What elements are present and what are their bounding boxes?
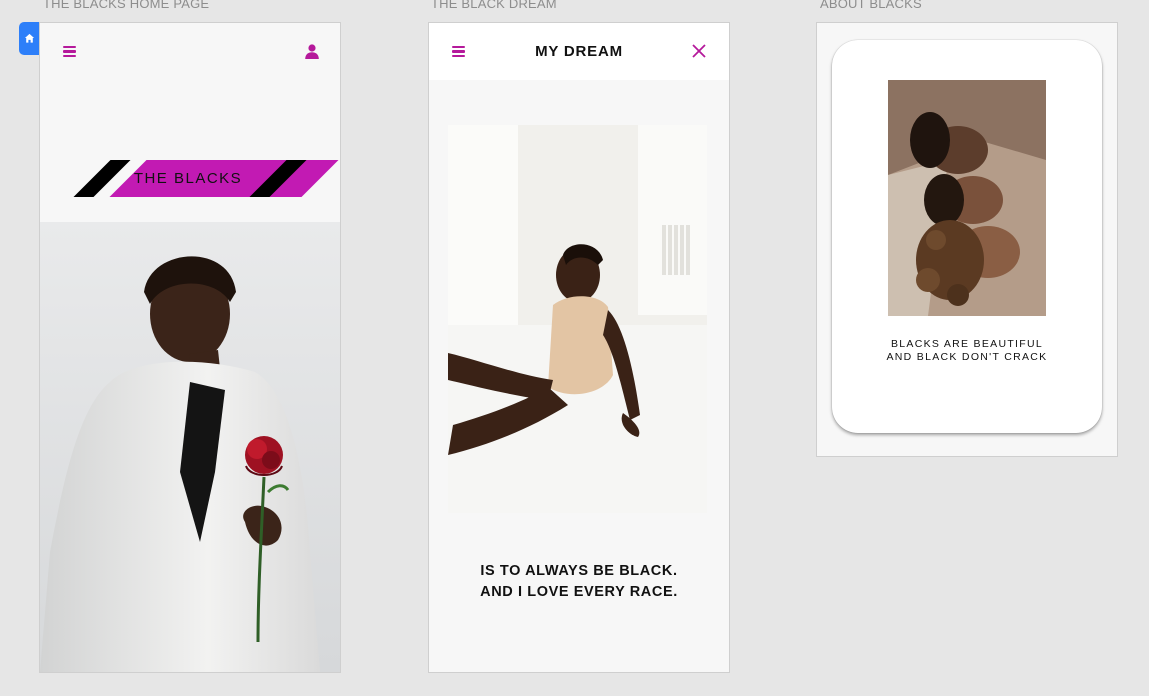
dream-header: MY DREAM xyxy=(429,23,729,80)
dream-quote-line2: AND I LOVE EVERY RACE. xyxy=(480,584,678,600)
about-caption-line1: BLACKS ARE BEAUTIFUL xyxy=(890,338,1044,350)
home-header: THE BLACKS xyxy=(40,23,340,221)
user-icon[interactable] xyxy=(304,43,320,59)
photo-woman-on-floor xyxy=(448,125,707,513)
page-title: MY DREAM xyxy=(535,43,623,60)
hamburger-menu-icon[interactable] xyxy=(63,46,76,57)
dream-quote: IS TO ALWAYS BE BLACK. AND I LOVE EVERY … xyxy=(429,561,729,603)
artboard-about[interactable]: BLACKS ARE BEAUTIFUL AND BLACK DON'T CRA… xyxy=(817,23,1117,456)
home-artboard-tab[interactable] xyxy=(19,22,39,55)
artboard-label-home[interactable]: THE BLACKS HOME PAGE xyxy=(43,0,209,11)
about-card: BLACKS ARE BEAUTIFUL AND BLACK DON'T CRA… xyxy=(832,40,1102,433)
close-icon[interactable] xyxy=(692,44,706,58)
banner-title: THE BLACKS xyxy=(133,170,243,187)
about-caption-line2: AND BLACK DON'T CRACK xyxy=(886,351,1048,363)
dream-quote-line1: IS TO ALWAYS BE BLACK. xyxy=(480,563,678,579)
hero-photo-man-with-rose xyxy=(40,222,340,672)
artboard-label-dream[interactable]: THE BLACK DREAM xyxy=(431,0,557,11)
about-caption: BLACKS ARE BEAUTIFUL AND BLACK DON'T CRA… xyxy=(832,338,1102,364)
artboard-label-about[interactable]: ABOUT BLACKS xyxy=(820,0,922,11)
home-icon xyxy=(24,33,34,43)
photo-three-women xyxy=(888,80,1046,316)
artboard-home[interactable]: THE BLACKS xyxy=(40,23,340,672)
artboard-dream[interactable]: MY DREAM IS TO ALWAYS BE BLACK. AND I LO… xyxy=(429,23,729,672)
